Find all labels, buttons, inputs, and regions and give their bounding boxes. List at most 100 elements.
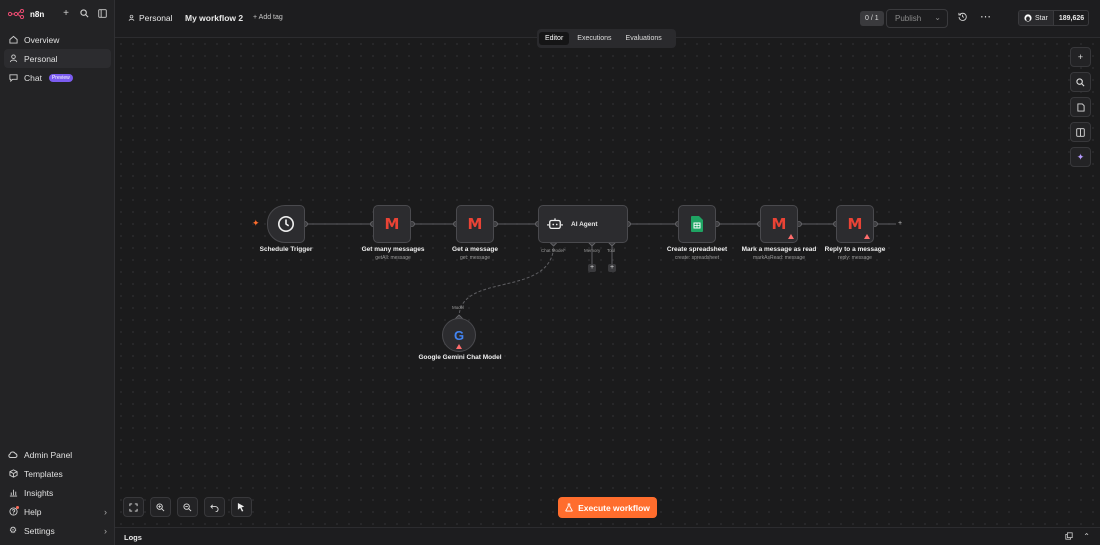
view-tabs: Editor Executions Evaluations (537, 29, 676, 48)
canvas-right-toolbar: + ✦ (1070, 47, 1092, 172)
sidebar-item-chat[interactable]: Chat Preview (4, 68, 111, 87)
add-sticky-note-button[interactable] (1070, 97, 1091, 117)
add-tag-button[interactable]: + Add tag (253, 14, 283, 21)
plus-icon[interactable]: + (60, 7, 72, 19)
tab-editor[interactable]: Editor (539, 32, 570, 45)
workflow-title: My workflow 2 (185, 13, 244, 23)
robot-icon (547, 218, 563, 230)
n8n-logo-icon (8, 9, 25, 19)
pointer-mode-button[interactable] (231, 497, 252, 517)
tab-evaluations[interactable]: Evaluations (620, 32, 668, 45)
sidebar-item-overview[interactable]: Overview (4, 30, 111, 49)
sidebar-top-nav: Overview Personal Chat Preview (4, 30, 111, 87)
google-sheets-icon (691, 216, 703, 232)
execute-label: Execute workflow (578, 502, 650, 513)
zoom-in-icon (156, 502, 165, 511)
search-nodes-button[interactable] (1070, 72, 1091, 92)
node-create-spreadsheet[interactable] (678, 205, 716, 243)
sidebar-item-label: Chat (24, 72, 42, 83)
publish-label: Publish (895, 14, 922, 23)
chart-icon (8, 488, 18, 498)
undo-icon (210, 503, 219, 512)
logs-panel[interactable]: Logs ⌃ (115, 527, 1100, 545)
sidebar: n8n + Overview Personal Chat Preview Adm… (0, 0, 115, 545)
gmail-icon: M (384, 215, 400, 233)
execute-workflow-button[interactable]: Execute workflow (558, 497, 657, 518)
github-star-button[interactable]: Star 189,626 (1018, 10, 1089, 26)
sidebar-item-insights[interactable]: Insights (4, 483, 111, 502)
node-subtitle: get: message (459, 255, 491, 261)
port-label-tool: Tool (607, 248, 616, 253)
sidebar-item-label: Personal (24, 53, 58, 64)
warning-icon (864, 234, 870, 239)
ai-assistant-button[interactable]: ✦ (1070, 147, 1091, 167)
port-label-model: Model (452, 305, 465, 310)
zoom-in-button[interactable] (150, 497, 171, 517)
sidebar-item-label: Overview (24, 34, 60, 45)
fit-view-icon (129, 502, 138, 512)
node-ai-agent[interactable]: AI Agent (538, 205, 628, 243)
panel-icon (1076, 127, 1085, 137)
chevron-right-icon: › (104, 525, 107, 536)
zoom-out-button[interactable] (177, 497, 198, 517)
undo-button[interactable] (204, 497, 225, 517)
sidebar-item-label: Admin Panel (24, 449, 73, 460)
node-google-gemini-chat-model[interactable]: G (442, 318, 476, 352)
chevron-down-icon: ⌄ (934, 13, 941, 22)
add-memory-button[interactable]: + (588, 264, 596, 272)
sidebar-item-templates[interactable]: Templates (4, 464, 111, 483)
toggle-panel-button[interactable] (1070, 122, 1091, 142)
sparkle-icon: ✦ (1076, 151, 1085, 162)
clock-icon (277, 215, 295, 233)
trigger-bolt-icon: ✦ (252, 218, 260, 228)
node-get-many-messages[interactable]: M (373, 205, 411, 243)
cloud-icon (8, 450, 18, 460)
sidebar-item-settings[interactable]: ⚙ Settings › (4, 521, 111, 540)
sidebar-item-label: Settings (24, 525, 55, 536)
search-icon[interactable] (78, 7, 90, 19)
node-get-a-message[interactable]: M (456, 205, 494, 243)
node-schedule-trigger[interactable] (267, 205, 305, 243)
more-options-icon[interactable]: ⋯ (980, 10, 991, 23)
node-label: Get a message (452, 246, 498, 253)
workflow-canvas[interactable] (115, 38, 1100, 526)
notification-dot (16, 506, 19, 509)
gmail-icon: M (847, 215, 863, 233)
user-icon (128, 14, 135, 21)
github-star: Star (1019, 11, 1054, 25)
history-icon[interactable] (958, 12, 967, 23)
brand[interactable]: n8n + (8, 7, 108, 21)
add-node-button[interactable]: + (1070, 47, 1091, 67)
node-mark-as-read[interactable]: M (760, 205, 798, 243)
sticky-note-icon (1076, 103, 1085, 111)
chevron-up-icon[interactable]: ⌃ (1083, 532, 1090, 542)
add-next-node-button[interactable]: + (896, 220, 904, 228)
warning-icon (788, 234, 794, 239)
sidebar-item-personal[interactable]: Personal (4, 49, 111, 68)
node-reply-to-message[interactable]: M (836, 205, 874, 243)
fit-view-button[interactable] (123, 497, 144, 517)
cursor-icon (237, 502, 245, 512)
box-icon (8, 469, 18, 479)
pop-out-icon[interactable] (1065, 532, 1073, 542)
sidebar-item-help[interactable]: Help › (4, 502, 111, 521)
brand-name: n8n (30, 9, 45, 19)
gear-icon: ⚙ (8, 525, 18, 535)
node-label: Google Gemini Chat Model (418, 354, 502, 361)
google-icon: G (453, 327, 465, 343)
chevron-right-icon: › (104, 506, 107, 517)
collapse-sidebar-icon[interactable] (96, 7, 108, 19)
sidebar-item-admin-panel[interactable]: Admin Panel (4, 445, 111, 464)
tab-executions[interactable]: Executions (571, 32, 617, 45)
add-tag-label: + Add tag (253, 14, 283, 21)
workflow-name[interactable]: My workflow 2 (185, 13, 243, 23)
add-tool-button[interactable]: + (608, 264, 616, 272)
chat-icon (8, 73, 18, 83)
port-label-chat-model: Chat Model* (541, 248, 566, 253)
publish-button[interactable]: Publish ⌄ (886, 9, 948, 28)
breadcrumb-project[interactable]: Personal (128, 13, 173, 23)
plus-icon: + (1077, 52, 1084, 62)
gmail-icon: M (467, 215, 483, 233)
node-label: Reply to a message (824, 246, 886, 253)
version-count-badge[interactable]: 0 / 1 (860, 11, 884, 26)
